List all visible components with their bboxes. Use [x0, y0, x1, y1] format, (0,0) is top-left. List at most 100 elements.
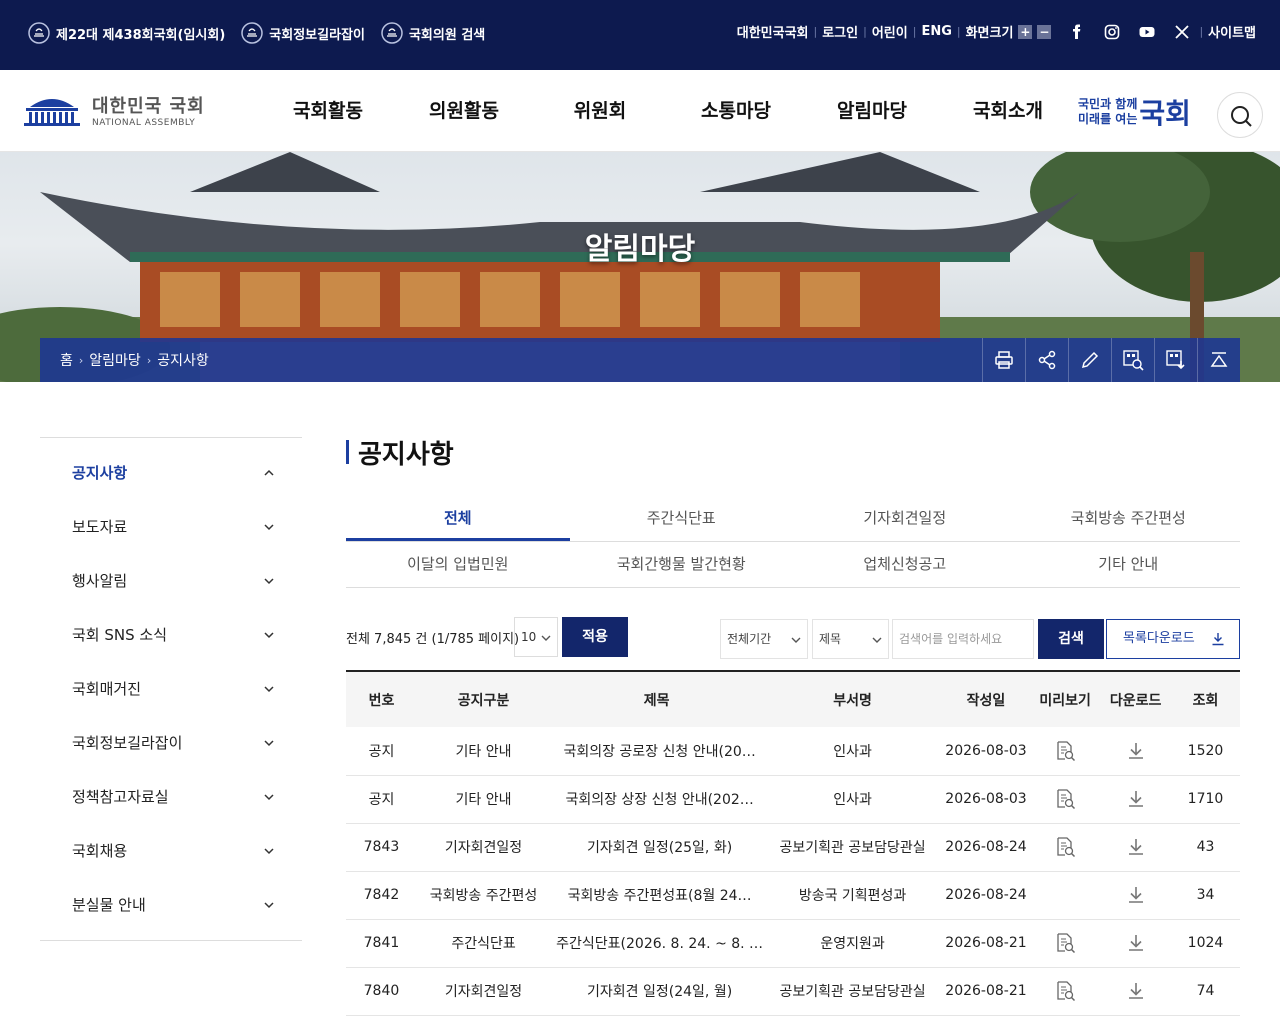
search-button[interactable]: 검색	[1038, 619, 1104, 659]
row-preview-cell[interactable]	[1029, 919, 1101, 968]
row-preview-cell[interactable]	[1029, 727, 1101, 776]
row-title-link[interactable]: 국회의장 공로장 신청 안내(20…	[550, 727, 764, 776]
member-search-link[interactable]: 국회의원 검색	[381, 22, 485, 44]
column-header: 부서명	[763, 671, 943, 727]
font-decrease-button[interactable]: −	[1037, 24, 1052, 39]
period-select[interactable]: 전체기간	[720, 619, 808, 659]
site-logo[interactable]: 대한민국 국회 NATIONAL ASSEMBLY	[22, 92, 205, 128]
column-header: 제목	[550, 671, 764, 727]
sidebar-item-recruitment[interactable]: 국회채용	[40, 824, 302, 878]
row-download-cell[interactable]	[1100, 775, 1171, 824]
sidebar-item-info-guide[interactable]: 국회정보길라잡이	[40, 716, 302, 770]
download-icon	[1128, 983, 1143, 999]
search-input[interactable]: 검색어를 입력하세요	[892, 619, 1034, 659]
period-value: 전체기간	[727, 632, 772, 646]
nav-committee[interactable]: 위원회	[532, 96, 668, 123]
tab-other-info[interactable]: 기타 안내	[1017, 542, 1241, 587]
session-link-label: 제22대 제438회국회(임시회)	[56, 27, 226, 43]
session-link[interactable]: 제22대 제438회국회(임시회)	[28, 22, 225, 44]
logo-subtitle: NATIONAL ASSEMBLY	[92, 118, 196, 128]
nav-communication[interactable]: 소통마당	[668, 96, 804, 123]
youtube-icon[interactable]	[1138, 23, 1156, 41]
qr-search-icon	[1123, 350, 1144, 371]
tab-all[interactable]: 전체	[346, 496, 570, 541]
row-views: 1024	[1170, 919, 1240, 968]
row-preview-cell[interactable]	[1029, 967, 1101, 1016]
tab-weekly-menu[interactable]: 주간식단표	[570, 496, 794, 541]
tab-press-conference[interactable]: 기자회견일정	[793, 496, 1017, 541]
sidebar-item-magazine[interactable]: 국회매거진	[40, 662, 302, 716]
qr-search-button[interactable]	[1111, 338, 1154, 382]
row-title-link[interactable]: 주간식단표(2026. 8. 24. ~ 8. …	[550, 919, 764, 968]
info-guide-link[interactable]: 국회정보길라잡이	[241, 22, 365, 44]
row-download-cell[interactable]	[1100, 967, 1171, 1016]
english-link[interactable]: ENG	[921, 24, 951, 39]
nav-member-activity[interactable]: 의원활동	[396, 96, 532, 123]
list-download-button[interactable]: 목록다운로드	[1106, 619, 1240, 659]
row-date: 2026-08-03	[942, 727, 1030, 776]
assembly-building-icon	[24, 99, 80, 126]
breadcrumb-current[interactable]: 공지사항	[157, 350, 209, 370]
share-button[interactable]	[1025, 338, 1068, 382]
sidebar-item-label: 국회채용	[72, 842, 128, 860]
edit-button[interactable]	[1068, 338, 1111, 382]
table-row[interactable]: 7841 주간식단표 주간식단표(2026. 8. 24. ~ 8. … 운영지원과 2…	[346, 919, 1240, 968]
row-download-cell[interactable]	[1100, 919, 1171, 968]
row-preview-cell[interactable]	[1029, 823, 1101, 872]
row-preview-cell[interactable]	[1029, 775, 1101, 824]
nav-notice[interactable]: 알림마당	[804, 96, 940, 123]
tab-legislative-petition[interactable]: 이달의 입법민원	[346, 542, 570, 587]
table-row[interactable]: 7843 기자회견일정 기자회견 일정(25일, 화) 공보기획관 공보담당관실 202…	[346, 823, 1240, 872]
font-increase-button[interactable]: +	[1018, 24, 1033, 39]
row-download-cell[interactable]	[1100, 823, 1171, 872]
x-icon[interactable]	[1173, 23, 1191, 41]
utility-left-links: 제22대 제438회국회(임시회) 국회정보길라잡이 국회의원 검색	[28, 22, 485, 44]
row-category: 기자회견일정	[416, 823, 551, 872]
breadcrumb-home[interactable]: 홈	[60, 350, 73, 370]
apply-button[interactable]: 적용	[562, 617, 628, 657]
facebook-icon[interactable]	[1068, 23, 1086, 41]
row-download-cell[interactable]	[1100, 727, 1171, 776]
home-site-link[interactable]: 대한민국국회	[737, 22, 809, 41]
login-link[interactable]: 로그인	[822, 22, 858, 41]
sidebar-item-policy-library[interactable]: 정책참고자료실	[40, 770, 302, 824]
nav-assembly-activity[interactable]: 국회활동	[260, 96, 396, 123]
kids-link[interactable]: 어린이	[872, 22, 908, 41]
tab-broadcast-schedule[interactable]: 국회방송 주간편성	[1017, 496, 1241, 541]
row-preview-cell	[1029, 871, 1101, 920]
breadcrumb-section[interactable]: 알림마당	[89, 350, 141, 370]
row-title-link[interactable]: 기자회견 일정(24일, 월)	[550, 967, 764, 1016]
row-title-link[interactable]: 국회방송 주간편성표(8월 24…	[550, 871, 764, 920]
table-row[interactable]: 7842 국회방송 주간편성 국회방송 주간편성표(8월 24… 방송국 기획편성과 2…	[346, 871, 1240, 920]
table-row[interactable]: 7840 기자회견일정 기자회견 일정(24일, 월) 공보기획관 공보담당관실 202…	[346, 967, 1240, 1016]
row-download-cell[interactable]	[1100, 871, 1171, 920]
row-date: 2026-08-21	[942, 919, 1030, 968]
sidebar-item-press[interactable]: 보도자료	[40, 500, 302, 554]
edit-icon	[1081, 351, 1099, 369]
slogan-line1: 국민과 함께	[1078, 97, 1138, 111]
qr-download-button[interactable]	[1154, 338, 1197, 382]
per-page-select[interactable]: 10	[514, 617, 558, 657]
nav-about[interactable]: 국회소개	[940, 96, 1076, 123]
sidebar-item-events[interactable]: 행사알림	[40, 554, 302, 608]
instagram-icon[interactable]	[1103, 23, 1121, 41]
search-field-select[interactable]: 제목	[812, 619, 889, 659]
scroll-top-button[interactable]	[1197, 338, 1240, 382]
row-views: 43	[1170, 823, 1240, 872]
share-icon	[1038, 350, 1056, 370]
sitemap-link[interactable]: 사이트맵	[1208, 22, 1256, 41]
sidebar-item-sns[interactable]: 국회 SNS 소식	[40, 608, 302, 662]
sidebar-item-lost-found[interactable]: 분실물 안내	[40, 878, 302, 932]
row-title-link[interactable]: 기자회견 일정(25일, 화)	[550, 823, 764, 872]
tab-vendor-notice[interactable]: 업체신청공고	[793, 542, 1017, 587]
table-row[interactable]: 공지 기타 안내 국회의장 상장 신청 안내(202… 인사과 2026-08-03 17…	[346, 775, 1240, 824]
download-icon	[1212, 633, 1224, 646]
header-search-button[interactable]	[1217, 92, 1263, 138]
sidebar-item-notice[interactable]: 공지사항	[40, 446, 302, 500]
row-title-link[interactable]: 국회의장 상장 신청 안내(202…	[550, 775, 764, 824]
table-header-row: 번호 공지구분 제목 부서명 작성일 미리보기 다운로드 조회	[346, 671, 1240, 727]
print-button[interactable]	[982, 338, 1025, 382]
list-download-label: 목록다운로드	[1123, 631, 1195, 646]
table-row[interactable]: 공지 기타 안내 국회의장 공로장 신청 안내(20… 인사과 2026-08-03 15…	[346, 727, 1240, 776]
tab-publications[interactable]: 국회간행물 발간현황	[570, 542, 794, 587]
